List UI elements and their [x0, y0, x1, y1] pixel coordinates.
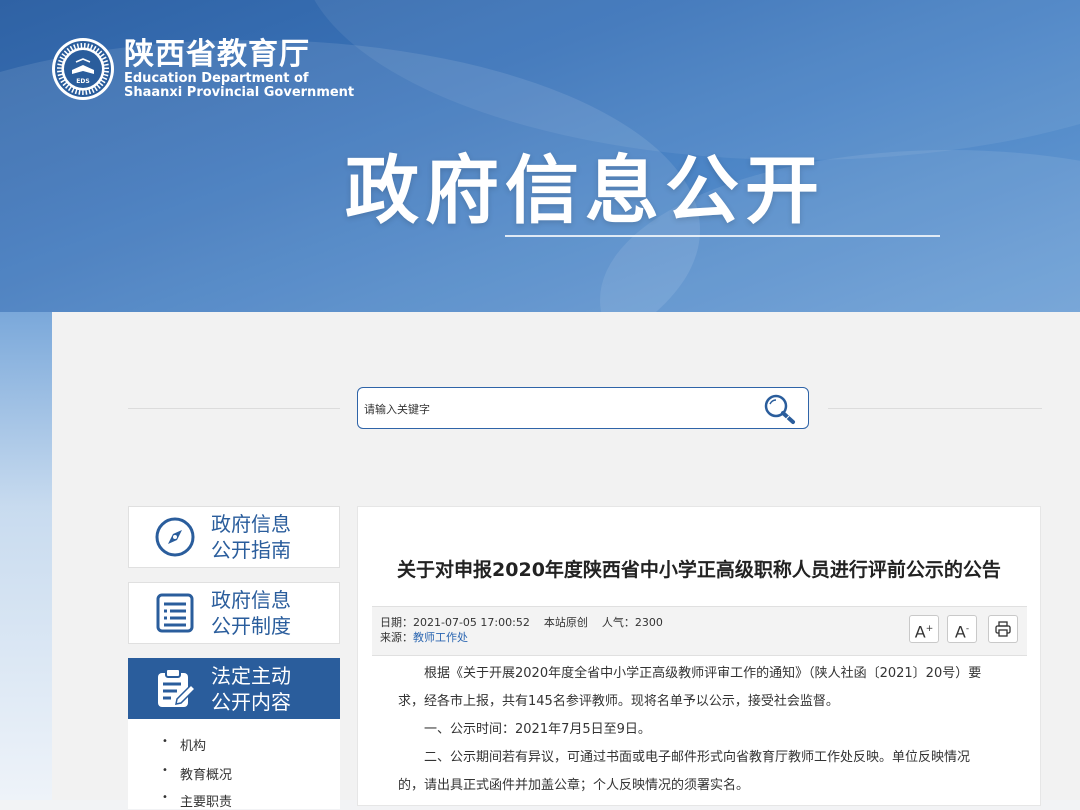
nav-label-line2: 公开指南: [211, 538, 291, 562]
search-divider-right: [828, 408, 1042, 409]
article-source: 来源：教师工作处: [380, 629, 468, 645]
body-paragraph: 求，经各市上报，共有145名参评教师。现将名单予以公示，接受社会监督。: [398, 694, 839, 709]
print-icon: [995, 621, 1011, 637]
search-icon: [764, 394, 795, 424]
title-underline: [505, 235, 940, 237]
org-name-cn: 陕西省教育厅: [124, 37, 310, 72]
nav-disclosure-guide[interactable]: 政府信息 公开指南: [128, 506, 340, 568]
nav-label-line2: 公开内容: [211, 690, 291, 714]
body-paragraph: 一、公示时间：2021年7月5日至9日。: [424, 722, 651, 737]
source-link[interactable]: 教师工作处: [413, 631, 468, 644]
sub-nav-list: 机构 教育概况 主要职责: [128, 719, 340, 810]
source-label: 来源：: [380, 631, 413, 644]
document-list-icon: [156, 593, 194, 633]
print-button[interactable]: [988, 615, 1018, 643]
font-decrease-button[interactable]: A-: [947, 615, 977, 643]
nav-disclosure-system[interactable]: 政府信息 公开制度: [128, 582, 340, 644]
font-increase-button[interactable]: A+: [909, 615, 939, 643]
sub-nav-item-duties[interactable]: 主要职责: [162, 791, 232, 810]
article-meta-bar: 日期：2021-07-05 17:00:52 本站原创 人气：2300 来源：教…: [372, 606, 1027, 656]
article-panel: 关于对申报2020年度陕西省中小学正高级职称人员进行评前公示的公告 日期：202…: [357, 506, 1041, 806]
nav-label-line2: 公开制度: [211, 614, 291, 638]
view-count: 2300: [634, 616, 663, 629]
publish-date: 2021-07-05 17:00:52: [413, 616, 530, 629]
clipboard-edit-icon: [158, 668, 197, 707]
emblem-icon: EDS: [52, 38, 114, 100]
search-divider-left: [128, 408, 340, 409]
compass-icon: [155, 517, 195, 557]
emblem-text: EDS: [76, 78, 89, 85]
search-input[interactable]: [362, 396, 746, 422]
nav-label-line1: 法定主动: [211, 664, 291, 688]
page-title: 政府信息公开: [345, 148, 825, 234]
org-name-en-line1: Education Department of: [124, 71, 309, 86]
sub-nav-item-overview[interactable]: 教育概况: [162, 764, 232, 783]
origin-label: 本站原创: [543, 616, 588, 629]
article-meta-info: 日期：2021-07-05 17:00:52 本站原创 人气：2300: [380, 614, 663, 630]
side-gradient: [0, 312, 52, 800]
date-label: 日期：: [380, 616, 413, 629]
search-button[interactable]: [760, 391, 800, 427]
nav-label-line1: 政府信息: [211, 588, 291, 612]
article-body: 根据《关于开展2020年度全省中小学正高级教师评审工作的通知》（陕人社函〔202…: [398, 660, 1008, 800]
article-title: 关于对申报2020年度陕西省中小学正高级职称人员进行评前公示的公告: [397, 559, 1001, 581]
body-paragraph: 的，请出具正式函件并加盖公章；个人反映情况的须署实名。: [398, 778, 750, 793]
body-paragraph: 根据《关于开展2020年度全省中小学正高级教师评审工作的通知》（陕人社函〔202…: [424, 666, 982, 681]
sub-nav-item-organization[interactable]: 机构: [162, 735, 206, 754]
org-name-en-line2: Shaanxi Provincial Government: [124, 85, 355, 100]
nav-mandatory-disclosure[interactable]: 法定主动 公开内容: [128, 658, 340, 720]
nav-label-line1: 政府信息: [211, 512, 291, 536]
search-box: [357, 387, 809, 429]
header-banner: EDS 陕西省教育厅 Education Department of Shaan…: [0, 0, 1080, 312]
site-logo[interactable]: EDS 陕西省教育厅 Education Department of Shaan…: [52, 38, 354, 100]
body-paragraph: 二、公示期间若有异议，可通过书面或电子邮件形式向省教育厅教师工作处反映。单位反映…: [424, 750, 971, 765]
views-label: 人气：: [601, 616, 635, 629]
